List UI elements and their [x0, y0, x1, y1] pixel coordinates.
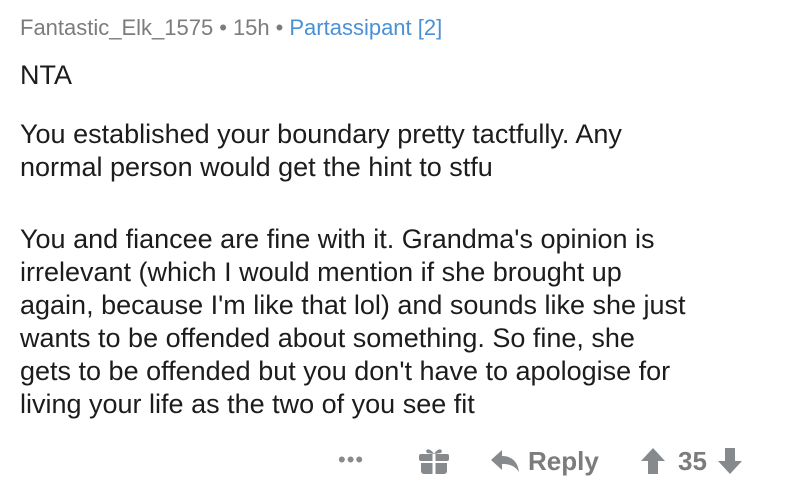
vote-score: 35 [678, 445, 707, 476]
upvote-arrow-icon[interactable] [640, 447, 666, 475]
comment-paragraph: NTA [20, 60, 72, 90]
author-name[interactable]: Fantastic_Elk_1575 [20, 15, 213, 40]
separator-dot: • [275, 15, 284, 40]
separator-dot: • [219, 15, 227, 40]
more-options-icon[interactable]: ••• [338, 449, 364, 471]
comment-paragraph: You established your boundary pretty tac… [20, 119, 622, 182]
comment-actions: ••• Reply 35 [20, 444, 790, 478]
vote-controls: 35 [640, 444, 743, 478]
comment: Fantastic_Elk_1575 • 15h • Partassipant [2] … [20, 0, 790, 486]
user-flair: Partassipant [2] [289, 15, 443, 40]
reply-arrow-icon [490, 448, 520, 474]
comment-meta: Fantastic_Elk_1575 • 15h • Partassipant [2] [20, 14, 442, 42]
gift-award-icon[interactable] [418, 446, 450, 476]
downvote-arrow-icon[interactable] [717, 447, 743, 475]
reply-button[interactable]: Reply [490, 444, 599, 478]
comment-paragraph: You and fiancee are fine with it. Grandm… [20, 224, 686, 419]
reply-label: Reply [528, 445, 599, 476]
comment-age: 15h [232, 15, 270, 40]
